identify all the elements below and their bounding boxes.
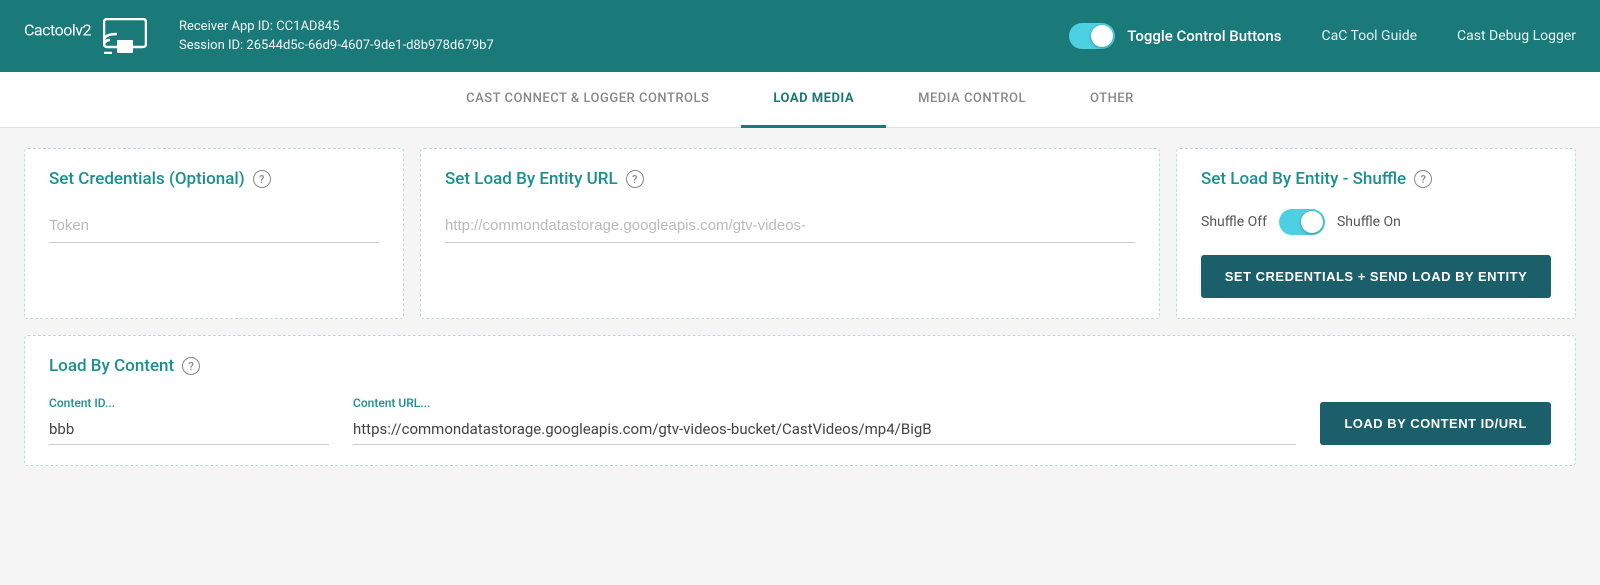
cac-tool-guide-link[interactable]: CaC Tool Guide	[1322, 28, 1418, 44]
cast-icon	[103, 18, 147, 54]
credentials-card: Set Credentials (Optional) ?	[24, 148, 404, 319]
cast-debug-logger-link[interactable]: Cast Debug Logger	[1457, 28, 1576, 44]
toggle-label: Toggle Control Buttons	[1127, 27, 1281, 45]
token-input[interactable]	[49, 209, 379, 243]
shuffle-card: Set Load By Entity - Shuffle ? Shuffle O…	[1176, 148, 1576, 319]
toggle-control-buttons[interactable]	[1069, 23, 1115, 49]
main-content: Set Credentials (Optional) ? Set Load By…	[0, 128, 1600, 486]
tabs-bar: CAST CONNECT & LOGGER CONTROLS LOAD MEDI…	[0, 72, 1600, 128]
content-id-label: Content ID...	[49, 396, 329, 410]
receiver-app-id: Receiver App ID: CC1AD845	[179, 19, 1049, 34]
tab-cast-connect[interactable]: CAST CONNECT & LOGGER CONTROLS	[434, 72, 741, 128]
logo-text: Cactoolv2	[24, 20, 91, 53]
content-url-label: Content URL...	[353, 396, 1296, 410]
credentials-card-title: Set Credentials (Optional) ?	[49, 169, 379, 189]
header-nav: CaC Tool Guide Cast Debug Logger	[1322, 28, 1577, 44]
load-by-content-button[interactable]: LOAD BY CONTENT ID/URL	[1320, 402, 1551, 445]
header-logo: Cactoolv2	[24, 18, 147, 54]
shuffle-help-icon[interactable]: ?	[1414, 170, 1432, 188]
entity-url-input[interactable]	[445, 209, 1135, 243]
tab-load-media[interactable]: LOAD MEDIA	[741, 72, 886, 128]
content-url-value[interactable]: https://commondatastorage.googleapis.com…	[353, 414, 1296, 445]
session-id: Session ID: 26544d5c-66d9-4607-9de1-d8b9…	[179, 38, 1049, 53]
toggle-section: Toggle Control Buttons	[1069, 23, 1281, 49]
credentials-help-icon[interactable]: ?	[253, 170, 271, 188]
shuffle-on-label: Shuffle On	[1337, 214, 1401, 230]
top-cards-row: Set Credentials (Optional) ? Set Load By…	[24, 148, 1576, 319]
load-content-help-icon[interactable]: ?	[182, 357, 200, 375]
load-content-card: Load By Content ? Content ID... bbb Cont…	[24, 335, 1576, 466]
entity-url-card-title: Set Load By Entity URL ?	[445, 169, 1135, 189]
set-credentials-send-load-button[interactable]: SET CREDENTIALS + SEND LOAD BY ENTITY	[1201, 255, 1551, 298]
content-url-group: Content URL... https://commondatastorage…	[353, 396, 1296, 445]
tab-other[interactable]: OTHER	[1058, 72, 1166, 128]
app-header: Cactoolv2 Receiver App ID: CC1AD845 Sess…	[0, 0, 1600, 72]
content-id-value[interactable]: bbb	[49, 414, 329, 445]
load-content-card-title: Load By Content ?	[49, 356, 1551, 376]
entity-url-card: Set Load By Entity URL ?	[420, 148, 1160, 319]
shuffle-off-label: Shuffle Off	[1201, 214, 1267, 230]
load-content-body: Content ID... bbb Content URL... https:/…	[49, 396, 1551, 445]
header-info: Receiver App ID: CC1AD845 Session ID: 26…	[179, 19, 1049, 53]
content-id-group: Content ID... bbb	[49, 396, 329, 445]
shuffle-toggle-row: Shuffle Off Shuffle On	[1201, 209, 1551, 235]
tab-media-control[interactable]: MEDIA CONTROL	[886, 72, 1058, 128]
entity-url-help-icon[interactable]: ?	[626, 170, 644, 188]
shuffle-toggle[interactable]	[1279, 209, 1325, 235]
shuffle-card-title: Set Load By Entity - Shuffle ?	[1201, 169, 1551, 189]
